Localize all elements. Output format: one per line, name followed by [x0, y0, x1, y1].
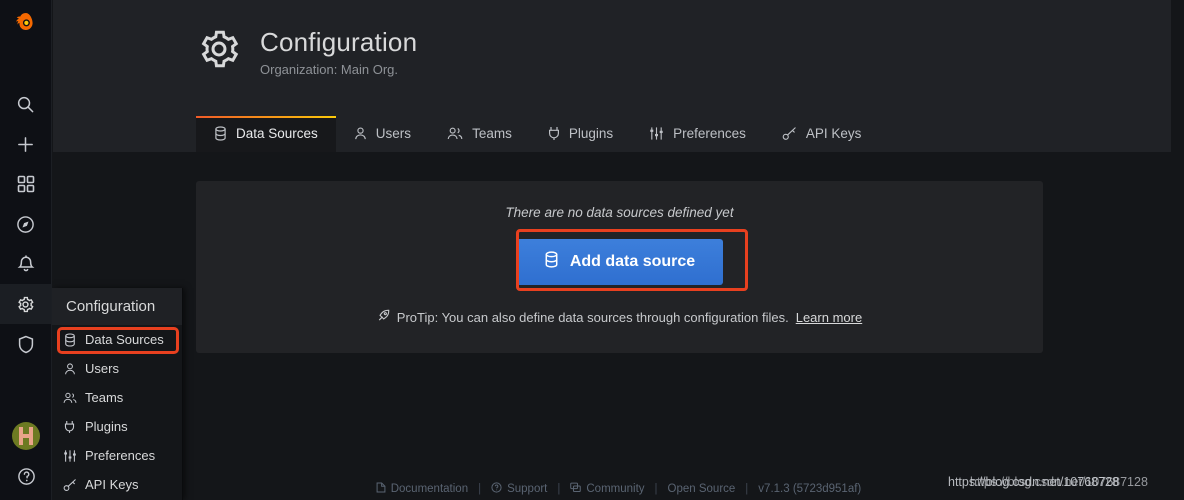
footer-link-community[interactable]: Community [570, 482, 645, 496]
flyout-item-plugins[interactable]: Plugins [52, 412, 182, 441]
tab-bar: Data Sources Users Teams Plugins Prefere… [196, 116, 879, 152]
footer-separator: | [557, 483, 561, 495]
question-circle-icon [491, 482, 502, 496]
footer-link-support[interactable]: Support [491, 482, 547, 496]
page-topbar: Configuration Organization: Main Org. Da… [53, 0, 1171, 152]
page-header-text: Configuration Organization: Main Org. [260, 27, 417, 77]
footer-link-documentation[interactable]: Documentation [376, 482, 468, 496]
footer-link-label: Community [586, 483, 645, 495]
compass-icon [16, 215, 35, 234]
footer-link-open-source[interactable]: Open Source [668, 483, 736, 495]
tab-label: Teams [472, 126, 512, 141]
grafana-logo[interactable] [0, 0, 51, 48]
add-data-source-label: Add data source [569, 253, 696, 270]
footer-separator: | [745, 483, 749, 495]
protip-row: ProTip: You can also define data sources… [196, 309, 1043, 325]
database-icon [214, 126, 227, 141]
browser-status-bar: https://blog.csdn.net/10768728 https://b… [940, 474, 1184, 494]
footer-link-label: Documentation [390, 483, 469, 495]
document-icon [376, 482, 386, 496]
data-sources-panel: There are no data sources defined yet Ad… [196, 181, 1043, 353]
sidebar-item-alerting[interactable] [0, 244, 51, 284]
page-header: Configuration Organization: Main Org. [53, 0, 1171, 77]
page-subtitle: Organization: Main Org. [260, 61, 399, 77]
gear-icon [16, 295, 35, 314]
user-icon [354, 126, 367, 141]
tab-data-sources[interactable]: Data Sources [196, 116, 336, 152]
shield-icon [17, 335, 35, 354]
flyout-item-data-sources[interactable]: Data Sources [52, 325, 182, 354]
flyout-item-label: Plugins [85, 419, 128, 434]
tab-preferences[interactable]: Preferences [631, 116, 764, 152]
sidebar-item-configuration[interactable] [0, 284, 51, 324]
footer-separator: | [654, 483, 658, 495]
status-bar-url-b: https://blog.csdn.net/107687128 [970, 475, 1148, 489]
configuration-flyout-menu: Configuration Data Sources Users Teams P… [52, 288, 183, 500]
tab-api-keys[interactable]: API Keys [764, 116, 880, 152]
user-icon [62, 362, 77, 376]
add-data-source-button[interactable]: Add data source [515, 239, 724, 285]
page-title: Configuration [260, 26, 418, 57]
sidebar-bottom [0, 416, 52, 496]
sliders-icon [62, 449, 77, 463]
bell-icon [17, 254, 35, 274]
tab-teams[interactable]: Teams [429, 116, 530, 152]
search-icon [16, 95, 35, 114]
footer-link-label: Open Source [667, 483, 736, 495]
plus-icon [16, 135, 35, 154]
users-icon [447, 126, 463, 141]
flyout-item-label: API Keys [85, 477, 139, 492]
rocket-icon [377, 309, 390, 325]
dashboards-icon [17, 175, 35, 193]
flyout-item-teams[interactable]: Teams [52, 383, 182, 412]
key-icon [62, 478, 77, 492]
help-icon [17, 467, 36, 486]
nav-sidebar [0, 0, 52, 500]
tab-label: API Keys [805, 126, 862, 141]
footer-link-label: Support [507, 483, 548, 495]
tab-users[interactable]: Users [336, 116, 429, 152]
footer-separator: | [478, 483, 482, 495]
tab-label: Plugins [568, 126, 614, 141]
gear-icon [196, 26, 242, 77]
sidebar-item-dashboards[interactable] [0, 164, 51, 204]
database-icon [62, 332, 77, 347]
sidebar-item-user-profile[interactable] [0, 416, 52, 456]
plug-icon [62, 420, 77, 434]
footer-version: v7.1.3 (5723d951af) [758, 483, 862, 495]
tab-label: Data Sources [236, 126, 318, 141]
avatar [12, 422, 40, 450]
sidebar-item-explore[interactable] [0, 204, 51, 244]
empty-state-message: There are no data sources defined yet [505, 205, 734, 220]
flyout-item-api-keys[interactable]: API Keys [52, 470, 182, 499]
flyout-item-label: Data Sources [85, 332, 164, 347]
sidebar-item-search[interactable] [0, 84, 51, 124]
add-data-source-wrap: Add data source [196, 239, 1043, 285]
flyout-item-users[interactable]: Users [52, 354, 182, 383]
flyout-item-label: Users [85, 361, 119, 376]
sidebar-item-server-admin[interactable] [0, 324, 51, 364]
database-icon [544, 251, 559, 273]
tab-plugins[interactable]: Plugins [530, 116, 631, 152]
sliders-icon [649, 126, 664, 141]
comments-icon [570, 482, 582, 496]
protip-text: ProTip: You can also define data sources… [396, 309, 789, 325]
tab-label: Users [375, 126, 412, 141]
protip-learn-more-link[interactable]: Learn more [796, 310, 862, 325]
flyout-item-preferences[interactable]: Preferences [52, 441, 182, 470]
key-icon [782, 126, 797, 141]
flyout-item-label: Preferences [85, 448, 156, 463]
flyout-title: Configuration [52, 288, 182, 325]
sidebar-item-help[interactable] [0, 456, 52, 496]
plug-icon [548, 126, 560, 141]
tab-label: Preferences [673, 126, 746, 141]
users-icon [62, 391, 77, 405]
grafana-configuration-page: Configuration Organization: Main Org. Da… [0, 0, 1184, 500]
sidebar-item-create[interactable] [0, 124, 51, 164]
flyout-item-label: Teams [85, 390, 124, 405]
